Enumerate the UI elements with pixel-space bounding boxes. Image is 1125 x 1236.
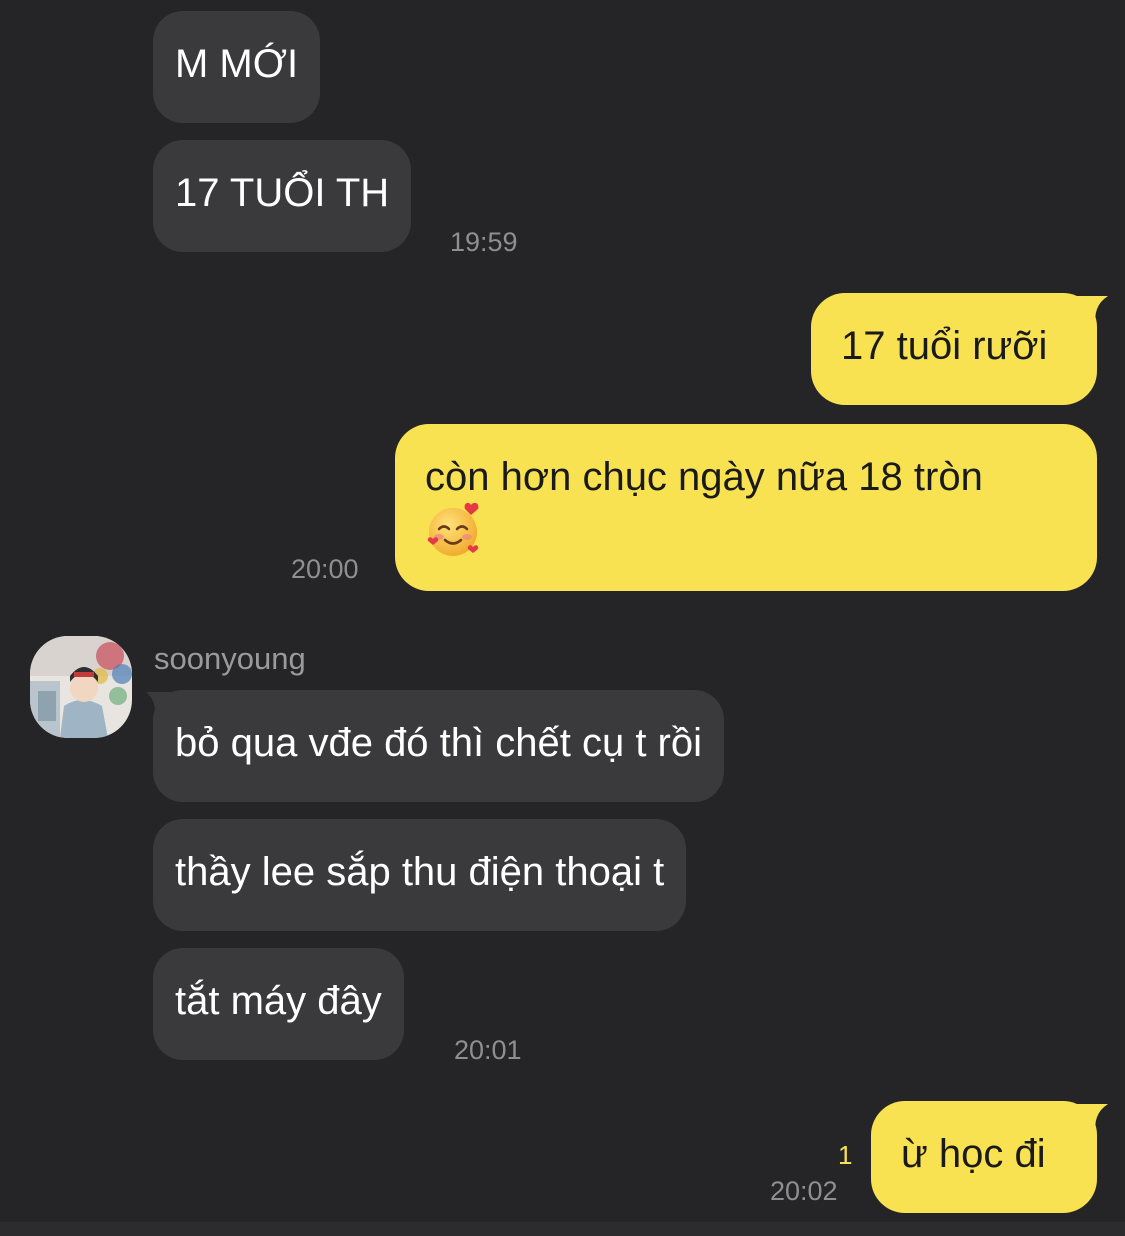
message-text: thầy lee sắp thu điện thoại t — [175, 850, 665, 894]
message-bubble-outgoing[interactable]: ừ học đi — [871, 1101, 1097, 1213]
message-text: 17 tuổi rưỡi — [841, 324, 1048, 368]
message-text: M MỚI — [175, 42, 299, 86]
message-bubble-incoming[interactable]: tắt máy đây — [153, 948, 404, 1060]
message-bubble-incoming[interactable]: 17 TUỔI TH — [153, 140, 412, 252]
bubble-tail — [1076, 1104, 1108, 1136]
message-timestamp: 20:02 — [770, 1176, 838, 1206]
message-text: ừ học đi — [901, 1132, 1046, 1176]
avatar[interactable] — [30, 636, 132, 738]
message-bubble-incoming[interactable]: thầy lee sắp thu điện thoại t — [153, 819, 687, 931]
message-timestamp: 20:00 — [291, 554, 359, 584]
unread-count: 1 — [838, 1140, 853, 1170]
message-timestamp: 19:59 — [450, 227, 518, 257]
message-timestamp: 20:01 — [454, 1035, 522, 1065]
message-bubble-incoming[interactable]: M MỚI — [153, 11, 321, 123]
bubble-tail — [1076, 296, 1108, 328]
message-bubble-outgoing[interactable]: còn hơn chục ngày nữa 18 tròn — [395, 424, 1097, 591]
message-text: bỏ qua vđe đó thì chết cụ t rồi — [175, 721, 703, 765]
bottom-divider — [0, 1222, 1125, 1236]
message-text: 17 TUỔI TH — [175, 171, 390, 215]
message-bubble-outgoing[interactable]: 17 tuổi rưỡi — [811, 293, 1097, 405]
sender-name: soonyoung — [154, 641, 306, 676]
smiling-face-with-hearts-icon — [425, 501, 1067, 559]
message-bubble-incoming[interactable]: bỏ qua vđe đó thì chết cụ t rồi — [153, 690, 725, 802]
bubble-tail — [146, 692, 174, 720]
message-text: còn hơn chục ngày nữa 18 tròn — [425, 455, 983, 499]
chat-thread: M MỚI 17 TUỔI TH 19:59 17 tuổi rưỡi còn … — [0, 0, 1125, 1236]
message-text: tắt máy đây — [175, 979, 382, 1023]
